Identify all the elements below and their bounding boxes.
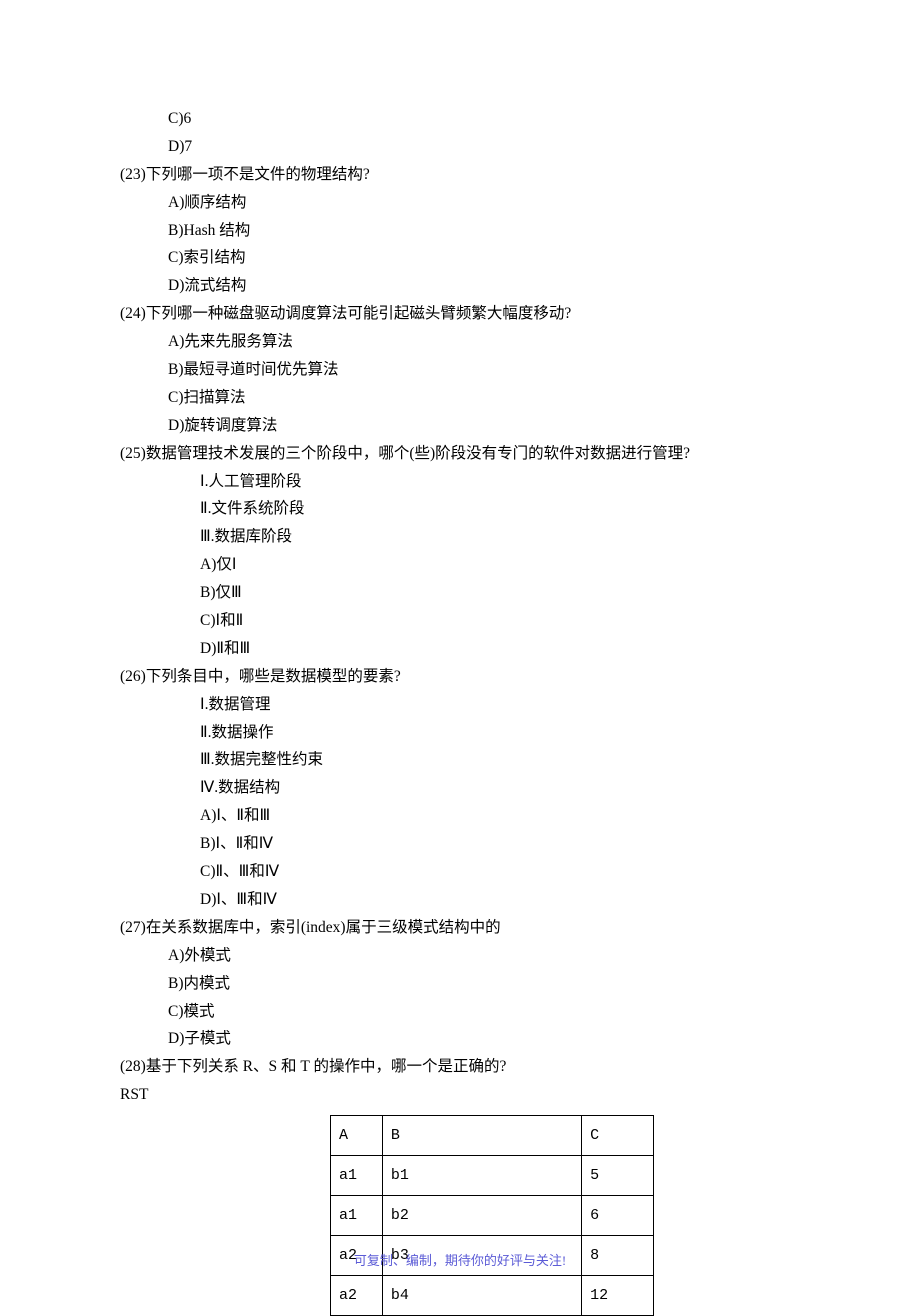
question-25-option-b: B)仅Ⅲ <box>120 579 800 607</box>
table-row: a1 b2 6 <box>331 1196 654 1236</box>
question-25-option-a: A)仅Ⅰ <box>120 551 800 579</box>
question-24-stem: (24)下列哪一种磁盘驱动调度算法可能引起磁头臂频繁大幅度移动? <box>120 300 800 328</box>
question-28-stem: (28)基于下列关系 R、S 和 T 的操作中，哪一个是正确的? <box>120 1053 800 1081</box>
question-26-option-a: A)Ⅰ、Ⅱ和Ⅲ <box>120 802 800 830</box>
question-24-option-d: D)旋转调度算法 <box>120 412 800 440</box>
page-footer: 可复制、编制，期待你的好评与关注! <box>0 1249 920 1272</box>
question-23-option-c: C)索引结构 <box>120 244 800 272</box>
cell: A <box>331 1116 383 1156</box>
question-24-option-b: B)最短寻道时间优先算法 <box>120 356 800 384</box>
question-27-option-d: D)子模式 <box>120 1025 800 1053</box>
table-row: A B C <box>331 1116 654 1156</box>
option-d: D)7 <box>120 133 800 161</box>
cell: a1 <box>331 1196 383 1236</box>
option-c: C)6 <box>120 105 800 133</box>
question-26-option-d: D)Ⅰ、Ⅲ和Ⅳ <box>120 886 800 914</box>
cell: a2 <box>331 1276 383 1316</box>
table-row: a2 b4 12 <box>331 1276 654 1316</box>
question-23-option-d: D)流式结构 <box>120 272 800 300</box>
question-26-roman-1: Ⅰ.数据管理 <box>120 691 800 719</box>
question-25-option-d: D)Ⅱ和Ⅲ <box>120 635 800 663</box>
cell: b4 <box>382 1276 581 1316</box>
cell: a1 <box>331 1156 383 1196</box>
table-row: a1 b1 5 <box>331 1156 654 1196</box>
question-27-stem: (27)在关系数据库中，索引(index)属于三级模式结构中的 <box>120 914 800 942</box>
question-27-option-c: C)模式 <box>120 998 800 1026</box>
cell: 6 <box>582 1196 654 1236</box>
question-23-stem: (23)下列哪一项不是文件的物理结构? <box>120 161 800 189</box>
cell: 5 <box>582 1156 654 1196</box>
question-26-option-c: C)Ⅱ、Ⅲ和Ⅳ <box>120 858 800 886</box>
question-27-option-b: B)内模式 <box>120 970 800 998</box>
question-26-roman-4: Ⅳ.数据结构 <box>120 774 800 802</box>
cell: b2 <box>382 1196 581 1236</box>
question-26-roman-2: Ⅱ.数据操作 <box>120 719 800 747</box>
question-26-option-b: B)Ⅰ、Ⅱ和Ⅳ <box>120 830 800 858</box>
question-25-roman-3: Ⅲ.数据库阶段 <box>120 523 800 551</box>
question-28-label: RST <box>120 1081 800 1109</box>
cell: B <box>382 1116 581 1156</box>
question-23-option-b: B)Hash 结构 <box>120 217 800 245</box>
question-24-option-c: C)扫描算法 <box>120 384 800 412</box>
question-25-roman-1: Ⅰ.人工管理阶段 <box>120 468 800 496</box>
question-25-option-c: C)Ⅰ和Ⅱ <box>120 607 800 635</box>
question-26-roman-3: Ⅲ.数据完整性约束 <box>120 746 800 774</box>
question-26-stem: (26)下列条目中，哪些是数据模型的要素? <box>120 663 800 691</box>
question-23-option-a: A)顺序结构 <box>120 189 800 217</box>
cell: 12 <box>582 1276 654 1316</box>
cell: b1 <box>382 1156 581 1196</box>
question-27-option-a: A)外模式 <box>120 942 800 970</box>
relation-table: A B C a1 b1 5 a1 b2 6 a2 b3 8 a2 b4 12 <box>330 1115 800 1316</box>
cell: C <box>582 1116 654 1156</box>
question-25-stem: (25)数据管理技术发展的三个阶段中，哪个(些)阶段没有专门的软件对数据进行管理… <box>120 440 800 468</box>
question-24-option-a: A)先来先服务算法 <box>120 328 800 356</box>
question-25-roman-2: Ⅱ.文件系统阶段 <box>120 495 800 523</box>
